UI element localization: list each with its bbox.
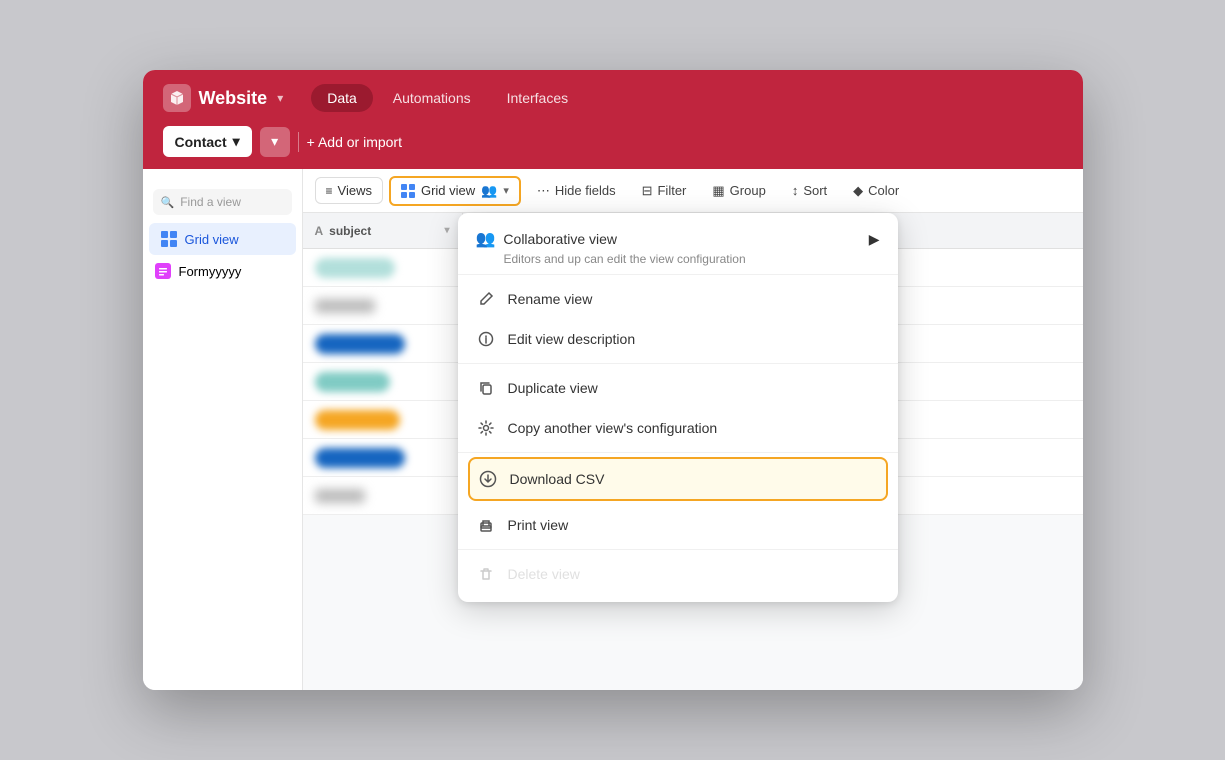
sort-label: Sort xyxy=(803,183,827,198)
download-csv-item[interactable]: Download CSV xyxy=(468,457,888,501)
menu-divider-3 xyxy=(458,452,898,453)
td xyxy=(303,325,463,362)
td xyxy=(303,439,463,476)
menu-divider-2 xyxy=(458,363,898,364)
grid-view-button-label: Grid view xyxy=(421,183,475,198)
gear-icon xyxy=(476,418,496,438)
collab-view-label: Collaborative view xyxy=(503,231,617,247)
print-icon xyxy=(476,515,496,535)
group-button[interactable]: ▦ Group xyxy=(702,178,775,204)
rename-view-label: Rename view xyxy=(508,291,880,307)
logo-icon xyxy=(163,84,191,112)
group-icon: ▦ xyxy=(712,183,724,199)
td xyxy=(303,287,463,324)
collab-header: 👥 Collaborative view ▶ Editors and up ca… xyxy=(458,221,898,270)
td xyxy=(303,249,463,286)
td xyxy=(303,401,463,438)
nav-tab-data[interactable]: Data xyxy=(311,84,373,112)
dropdown-caret-button[interactable]: ▾ xyxy=(260,127,290,157)
view-toolbar: ≡ Views Grid view 👥 ▾ ⋯ Hide xyxy=(303,169,1083,213)
sidebar: 🔍 Find a view Grid view xyxy=(143,169,303,690)
grid-view-button[interactable]: Grid view 👥 ▾ xyxy=(389,176,521,206)
hide-fields-button[interactable]: ⋯ Hide fields xyxy=(527,178,626,204)
collab-icon: 👥 xyxy=(481,183,497,199)
rename-view-item[interactable]: Rename view xyxy=(458,279,898,319)
hide-fields-icon: ⋯ xyxy=(537,183,550,199)
dropdown-menu: 👥 Collaborative view ▶ Editors and up ca… xyxy=(458,213,898,602)
collab-chevron-icon: ▶ xyxy=(869,231,880,248)
sort-icon: ↕ xyxy=(792,183,799,198)
hide-fields-label: Hide fields xyxy=(555,183,616,198)
search-icon: 🔍 xyxy=(161,196,175,209)
hamburger-icon: ≡ xyxy=(326,184,333,198)
td xyxy=(303,363,463,400)
delete-view-label: Delete view xyxy=(508,566,880,582)
duplicate-icon xyxy=(476,378,496,398)
edit-description-item[interactable]: Edit view description xyxy=(458,319,898,359)
add-import-label: + Add or import xyxy=(307,134,402,150)
filter-label: Filter xyxy=(657,183,686,198)
add-import-button[interactable]: + Add or import xyxy=(307,134,402,150)
color-label: Color xyxy=(868,183,899,198)
copy-config-label: Copy another view's configuration xyxy=(508,420,880,436)
td xyxy=(303,477,463,514)
find-view-placeholder: Find a view xyxy=(180,195,241,209)
form-view-icon xyxy=(155,263,171,279)
color-button[interactable]: ◆ Color xyxy=(843,178,909,204)
col-subject: A subject ▾ xyxy=(303,213,463,248)
nav-tab-interfaces[interactable]: Interfaces xyxy=(491,84,584,112)
app-caret-icon: ▾ xyxy=(277,91,283,105)
app-logo[interactable]: Website ▾ xyxy=(163,84,284,112)
nav-bar: Website ▾ Data Automations Interfaces xyxy=(143,70,1083,126)
delete-view-item[interactable]: Delete view xyxy=(458,554,898,594)
menu-divider xyxy=(458,274,898,275)
grid-view-label: Grid view xyxy=(185,232,239,247)
collab-icon: 👥 xyxy=(476,229,496,249)
edit-description-label: Edit view description xyxy=(508,331,880,347)
toolbar-divider xyxy=(298,132,299,152)
trash-icon xyxy=(476,564,496,584)
contact-button[interactable]: Contact ▾ xyxy=(163,126,252,157)
sidebar-item-form[interactable]: Formyyyyy xyxy=(143,255,302,287)
rename-icon xyxy=(476,289,496,309)
menu-divider-4 xyxy=(458,549,898,550)
grid-view-icon xyxy=(161,231,177,247)
copy-config-item[interactable]: Copy another view's configuration xyxy=(458,408,898,448)
print-view-item[interactable]: Print view xyxy=(458,505,898,545)
collab-subtitle: Editors and up can edit the view configu… xyxy=(476,252,880,266)
col-subject-caret: ▾ xyxy=(444,225,449,236)
sort-button[interactable]: ↕ Sort xyxy=(782,178,837,203)
dropdown-caret-icon: ▾ xyxy=(271,133,278,150)
info-icon xyxy=(476,329,496,349)
grid-icon xyxy=(401,184,415,198)
filter-button[interactable]: ⊟ Filter xyxy=(632,178,697,204)
app-window: Website ▾ Data Automations Interfaces Co… xyxy=(143,70,1083,690)
filter-icon: ⊟ xyxy=(642,183,653,199)
nav-tabs: Data Automations Interfaces xyxy=(311,84,584,112)
col-subject-label: subject xyxy=(329,224,371,238)
toolbar-row: Contact ▾ ▾ + Add or import xyxy=(143,126,1083,169)
sidebar-item-grid-view[interactable]: Grid view xyxy=(149,223,296,255)
collab-title[interactable]: 👥 Collaborative view ▶ xyxy=(476,229,880,249)
download-csv-label: Download CSV xyxy=(510,471,878,487)
find-view-input[interactable]: 🔍 Find a view xyxy=(153,189,292,215)
views-button[interactable]: ≡ Views xyxy=(315,177,383,204)
app-name: Website xyxy=(199,88,268,109)
color-icon: ◆ xyxy=(853,183,863,199)
duplicate-view-label: Duplicate view xyxy=(508,380,880,396)
contact-label: Contact xyxy=(175,134,227,150)
group-label: Group xyxy=(730,183,766,198)
main-content: 🔍 Find a view Grid view xyxy=(143,169,1083,690)
table-panel: ≡ Views Grid view 👥 ▾ ⋯ Hide xyxy=(303,169,1083,690)
grid-view-caret-icon: ▾ xyxy=(503,184,509,197)
download-icon xyxy=(478,469,498,489)
views-label: Views xyxy=(338,183,372,198)
col-subject-icon: A xyxy=(315,224,324,238)
print-view-label: Print view xyxy=(508,517,880,533)
nav-tab-automations[interactable]: Automations xyxy=(377,84,487,112)
duplicate-view-item[interactable]: Duplicate view xyxy=(458,368,898,408)
form-view-label: Formyyyyy xyxy=(179,264,242,279)
sidebar-top: 🔍 Find a view xyxy=(143,181,302,223)
contact-caret-icon: ▾ xyxy=(233,133,240,150)
